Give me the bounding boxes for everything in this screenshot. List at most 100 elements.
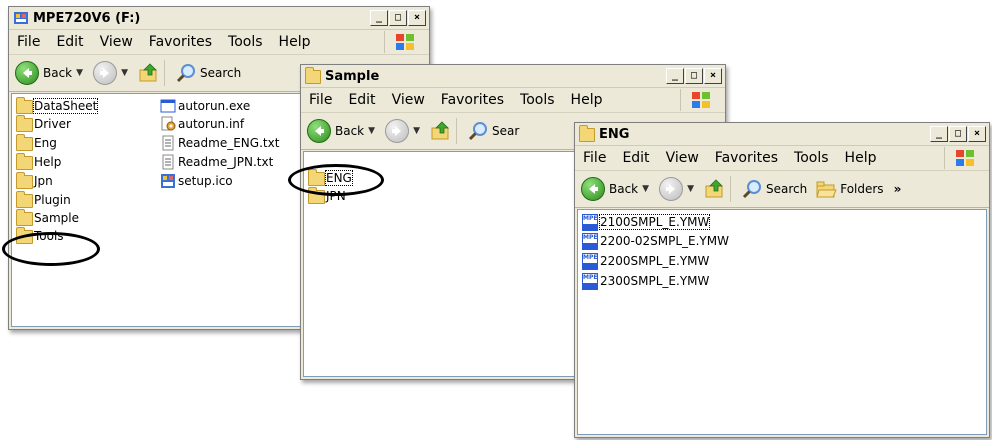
item-label: autorun.exe — [178, 99, 251, 113]
list-item-sample[interactable]: Sample — [16, 209, 79, 226]
item-label: DataSheet — [32, 98, 99, 114]
maximize-button[interactable]: □ — [949, 126, 967, 142]
back-button[interactable]: Back ▼ — [581, 177, 649, 201]
list-item-2100smpl[interactable]: MPE 2100SMPL_E.YMW — [582, 214, 711, 231]
menu-help[interactable]: Help — [563, 92, 611, 108]
title-bar[interactable]: ENG _ □ × — [575, 123, 989, 146]
menu-tools[interactable]: Tools — [220, 34, 271, 50]
item-label: autorun.inf — [178, 117, 245, 131]
back-dropdown-icon[interactable]: ▼ — [642, 184, 649, 194]
up-folder-icon — [705, 179, 723, 198]
folders-label: Folders — [840, 182, 884, 196]
menu-file[interactable]: File — [575, 150, 614, 166]
menu-tools[interactable]: Tools — [786, 150, 837, 166]
maximize-button[interactable]: □ — [389, 10, 407, 26]
text-file-icon — [162, 154, 174, 170]
list-item-autorun-exe[interactable]: autorun.exe — [160, 98, 250, 114]
close-button[interactable]: × — [704, 68, 722, 84]
menu-view[interactable]: View — [92, 34, 141, 50]
menu-file[interactable]: File — [301, 92, 340, 108]
up-folder-button[interactable] — [704, 178, 726, 200]
forward-dropdown-icon[interactable]: ▼ — [413, 126, 420, 136]
maximize-button[interactable]: □ — [685, 68, 703, 84]
minimize-button[interactable]: _ — [370, 10, 388, 26]
menu-edit[interactable]: Edit — [614, 150, 657, 166]
menu-tools[interactable]: Tools — [512, 92, 563, 108]
search-label: Search — [199, 66, 242, 80]
list-item-2200-02smpl[interactable]: MPE 2200-02SMPL_E.YMW — [582, 233, 729, 250]
file-list[interactable]: MPE 2100SMPL_E.YMW MPE 2200-02SMPL_E.YMW… — [577, 209, 987, 435]
menu-view[interactable]: View — [658, 150, 707, 166]
forward-dropdown-icon[interactable]: ▼ — [687, 184, 694, 194]
mpe-file-icon: MPE — [582, 214, 598, 231]
menu-edit[interactable]: Edit — [340, 92, 383, 108]
back-button[interactable]: Back ▼ — [15, 61, 83, 85]
setup-icon — [161, 174, 175, 188]
list-item-autorun-inf[interactable]: autorun.inf — [160, 116, 244, 132]
menu-favorites[interactable]: Favorites — [141, 34, 220, 50]
menu-favorites[interactable]: Favorites — [707, 150, 786, 166]
forward-arrow-icon — [659, 177, 684, 201]
close-button[interactable]: × — [408, 10, 426, 26]
back-button[interactable]: Back ▼ — [307, 119, 375, 143]
back-dropdown-icon[interactable]: ▼ — [76, 68, 83, 78]
menu-bar: File Edit View Favorites Tools Help — [9, 30, 429, 55]
menu-bar: File Edit View Favorites Tools Help — [301, 88, 725, 113]
item-label: Readme_JPN.txt — [178, 155, 274, 169]
toolbar-separator — [163, 60, 165, 86]
search-icon — [468, 122, 487, 141]
item-label: setup.ico — [178, 174, 233, 188]
item-label: Driver — [34, 117, 71, 131]
search-button[interactable]: Search — [175, 62, 241, 84]
folders-button[interactable]: Folders — [815, 178, 884, 200]
forward-button[interactable]: ▼ — [385, 119, 420, 143]
list-item-2300smpl[interactable]: MPE 2300SMPL_E.YMW — [582, 273, 709, 290]
list-item-jpn[interactable]: Jpn — [16, 172, 53, 189]
folder-icon — [16, 134, 33, 151]
search-button[interactable]: Sear — [467, 120, 519, 142]
menu-edit[interactable]: Edit — [48, 34, 91, 50]
forward-button[interactable]: ▼ — [93, 61, 128, 85]
forward-button[interactable]: ▼ — [659, 177, 694, 201]
text-file-icon — [162, 135, 174, 151]
back-dropdown-icon[interactable]: ▼ — [368, 126, 375, 136]
folder-icon — [16, 209, 33, 226]
list-item-plugin[interactable]: Plugin — [16, 191, 71, 208]
toolbar-overflow-button[interactable]: » — [894, 182, 902, 196]
list-item-datasheet[interactable]: DataSheet — [16, 97, 99, 114]
close-button[interactable]: × — [968, 126, 986, 142]
forward-arrow-icon — [385, 119, 410, 143]
search-icon — [176, 64, 195, 83]
list-item-help[interactable]: Help — [16, 153, 61, 170]
list-item-eng[interactable]: Eng — [16, 134, 57, 151]
forward-dropdown-icon[interactable]: ▼ — [121, 68, 128, 78]
list-item-readme-jpn[interactable]: Readme_JPN.txt — [160, 154, 273, 170]
toolbar: Back ▼ ▼ Search — [575, 171, 989, 208]
up-folder-button[interactable] — [138, 62, 160, 84]
back-label: Back — [335, 124, 365, 138]
search-button[interactable]: Search — [741, 178, 807, 200]
item-label: Eng — [34, 136, 57, 150]
title-bar[interactable]: MPE720V6 (F:) _ □ × — [9, 7, 429, 30]
window-title: Sample — [325, 68, 380, 84]
list-item-readme-eng[interactable]: Readme_ENG.txt — [160, 135, 279, 151]
search-label: Search — [765, 182, 808, 196]
up-folder-button[interactable] — [430, 120, 452, 142]
list-item-2200smpl[interactable]: MPE 2200SMPL_E.YMW — [582, 253, 710, 270]
window-title: MPE720V6 (F:) — [33, 10, 141, 26]
minimize-button[interactable]: _ — [666, 68, 684, 84]
menu-favorites[interactable]: Favorites — [433, 92, 512, 108]
settings-file-icon — [161, 116, 176, 131]
minimize-button[interactable]: _ — [930, 126, 948, 142]
title-bar[interactable]: Sample _ □ × — [301, 65, 725, 88]
folder-icon — [16, 97, 33, 114]
menu-view[interactable]: View — [384, 92, 433, 108]
menu-file[interactable]: File — [9, 34, 48, 50]
menu-help[interactable]: Help — [271, 34, 319, 50]
search-icon — [742, 180, 761, 199]
list-item-setup-ico[interactable]: setup.ico — [160, 173, 233, 189]
item-label: 2200SMPL_E.YMW — [600, 254, 710, 268]
menu-help[interactable]: Help — [837, 150, 885, 166]
chevron-overflow-icon: » — [893, 182, 902, 196]
list-item-driver[interactable]: Driver — [16, 115, 71, 132]
